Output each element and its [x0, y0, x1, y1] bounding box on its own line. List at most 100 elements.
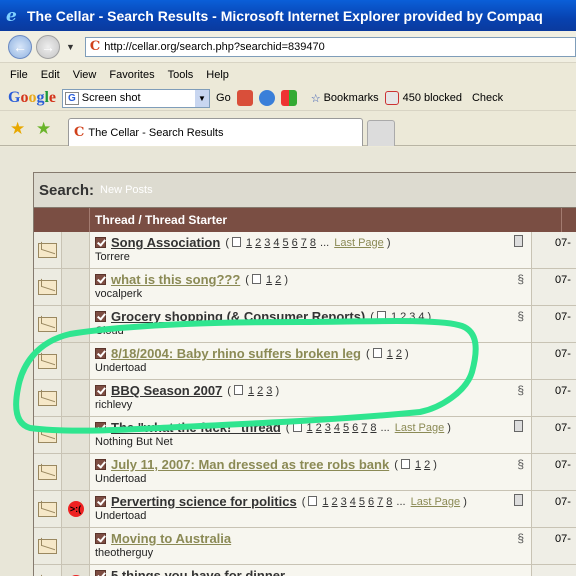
thread-check-icon[interactable] — [95, 237, 106, 248]
page-link[interactable]: 1 — [391, 311, 397, 323]
menu-view[interactable]: View — [73, 69, 97, 81]
page-link[interactable]: 1 — [248, 385, 254, 397]
menu-file[interactable]: File — [10, 69, 28, 81]
thread-check-icon[interactable] — [95, 348, 106, 359]
thread-starter[interactable]: Cloud — [95, 325, 531, 337]
page-link[interactable]: 4 — [350, 496, 356, 508]
menu-favorites[interactable]: Favorites — [109, 69, 154, 81]
thread-starter[interactable]: theotherguy — [95, 547, 531, 559]
thread-title-link[interactable]: July 11, 2007: Man dressed as tree robs … — [111, 457, 389, 472]
google-search-input[interactable]: G Screen shot ▼ — [62, 88, 211, 108]
thread-check-icon[interactable] — [95, 385, 106, 396]
thread-title-link[interactable]: 8/18/2004: Baby rhino suffers broken leg — [111, 346, 361, 361]
add-favorites-icon[interactable]: ★ — [36, 119, 51, 139]
google-go-button[interactable]: Go — [216, 92, 231, 104]
thread-check-icon[interactable] — [95, 496, 106, 507]
thread-title-link[interactable]: Moving to Australia — [111, 531, 231, 546]
thread-check-icon[interactable] — [95, 459, 106, 470]
thread-column-label[interactable]: Thread / Thread Starter — [90, 213, 561, 227]
thread-starter[interactable]: Undertoad — [95, 473, 531, 485]
page-link[interactable]: 3 — [266, 385, 272, 397]
menu-edit[interactable]: Edit — [41, 69, 60, 81]
star-icon[interactable]: ☆ — [311, 92, 321, 105]
page-link[interactable]: 2 — [424, 459, 430, 471]
toolbar-tool-icon[interactable] — [236, 90, 253, 106]
favorites-star-icon[interactable]: ★ — [10, 119, 25, 139]
page-link[interactable]: 2 — [396, 348, 402, 360]
thread-row[interactable]: Song Association( 1 2 3 4 5 6 7 8... Last Page )… — [34, 232, 576, 269]
history-dropdown-icon[interactable]: ▼ — [66, 42, 75, 52]
page-link[interactable]: 2 — [257, 385, 263, 397]
thread-check-icon[interactable] — [95, 274, 106, 285]
page-link[interactable]: 2 — [400, 311, 406, 323]
thread-title-link[interactable]: The "what the fuck!" thread — [111, 420, 281, 435]
page-link[interactable]: 7 — [301, 237, 307, 249]
thread-row[interactable]: 8/18/2004: Baby rhino suffers broken leg… — [34, 343, 576, 380]
page-link[interactable]: 1 — [415, 459, 421, 471]
thread-row[interactable]: >:(5 things you have for dinner — [34, 565, 576, 576]
page-link[interactable]: 1 — [266, 274, 272, 286]
page-link[interactable]: 6 — [352, 422, 358, 434]
page-link[interactable]: 2 — [275, 274, 281, 286]
thread-starter[interactable]: Torrere — [95, 251, 531, 263]
page-link[interactable]: 1 — [387, 348, 393, 360]
page-link[interactable]: 5 — [359, 496, 365, 508]
page-link[interactable]: 4 — [334, 422, 340, 434]
page-link[interactable]: 5 — [283, 237, 289, 249]
news-icon[interactable] — [280, 90, 297, 106]
page-link[interactable]: 4 — [273, 237, 279, 249]
thread-title-link[interactable]: Perverting science for politics — [111, 494, 297, 509]
last-page-link[interactable]: Last Page — [411, 496, 461, 508]
popups-blocked-count[interactable]: 450 blocked — [403, 92, 462, 104]
thread-title-link[interactable]: what is this song??? — [111, 272, 240, 287]
window-titlebar[interactable]: e The Cellar - Search Results - Microsof… — [0, 0, 576, 31]
thread-starter[interactable]: Nothing But Net — [95, 436, 531, 448]
globe-icon[interactable] — [258, 90, 275, 106]
page-link[interactable]: 3 — [341, 496, 347, 508]
forward-button[interactable]: → — [36, 34, 60, 59]
menu-help[interactable]: Help — [206, 69, 229, 81]
back-button[interactable]: ← — [8, 34, 32, 59]
page-link[interactable]: 6 — [292, 237, 298, 249]
thread-check-icon[interactable] — [95, 533, 106, 544]
thread-title-link[interactable]: Song Association — [111, 235, 220, 250]
page-link[interactable]: 3 — [409, 311, 415, 323]
thread-starter[interactable]: vocalperk — [95, 288, 531, 300]
page-link[interactable]: 2 — [332, 496, 338, 508]
last-page-link[interactable]: Last Page — [334, 237, 384, 249]
thread-starter[interactable]: Undertoad — [95, 510, 531, 522]
thread-row[interactable]: BBQ Season 2007 ( 123 ) richlevy § 07- — [34, 380, 576, 417]
thread-title-link[interactable]: 5 things you have for dinner — [111, 568, 285, 576]
thread-check-icon[interactable] — [95, 422, 106, 433]
thread-starter[interactable]: richlevy — [95, 399, 531, 411]
thread-row[interactable]: The "what the fuck!" thread( 1 2 3 4 5 6 7 8...… — [34, 417, 576, 454]
page-link[interactable]: 6 — [368, 496, 374, 508]
tab-cellar-search-results[interactable]: C The Cellar - Search Results — [68, 118, 363, 146]
new-tab-button[interactable] — [367, 120, 395, 146]
thread-row[interactable]: >:(Perverting science for politics( 1234… — [34, 491, 576, 528]
page-link[interactable]: 4 — [418, 311, 424, 323]
address-bar[interactable]: C http://cellar.org/search.php?searchid=… — [84, 36, 576, 57]
search-dropdown-icon[interactable]: ▼ — [195, 89, 210, 107]
spellcheck-button[interactable]: Check — [472, 92, 503, 104]
thread-row[interactable]: what is this song??? ( 12 ) vocalperk § 07- — [34, 269, 576, 306]
thread-check-icon[interactable] — [95, 570, 106, 576]
page-link[interactable]: 1 — [307, 422, 313, 434]
page-link[interactable]: 7 — [361, 422, 367, 434]
page-link[interactable]: 7 — [377, 496, 383, 508]
last-page-link[interactable]: Last Page — [395, 422, 445, 434]
thread-title-link[interactable]: BBQ Season 2007 — [111, 383, 222, 398]
thread-row[interactable]: Moving to Australia theotherguy § 07- — [34, 528, 576, 565]
page-link[interactable]: 8 — [386, 496, 392, 508]
page-link[interactable]: 3 — [264, 237, 270, 249]
address-url[interactable]: http://cellar.org/search.php?searchid=83… — [104, 41, 324, 53]
page-link[interactable]: 8 — [310, 237, 316, 249]
thread-title-link[interactable]: Grocery shopping (& Consumer Reports) — [111, 309, 365, 324]
page-link[interactable]: 1 — [322, 496, 328, 508]
thread-row[interactable]: Grocery shopping (& Consumer Reports) ( 1… — [34, 306, 576, 343]
thread-check-icon[interactable] — [95, 311, 106, 322]
page-link[interactable]: 8 — [370, 422, 376, 434]
page-link[interactable]: 2 — [255, 237, 261, 249]
thread-starter[interactable]: Undertoad — [95, 362, 531, 374]
page-link[interactable]: 3 — [325, 422, 331, 434]
